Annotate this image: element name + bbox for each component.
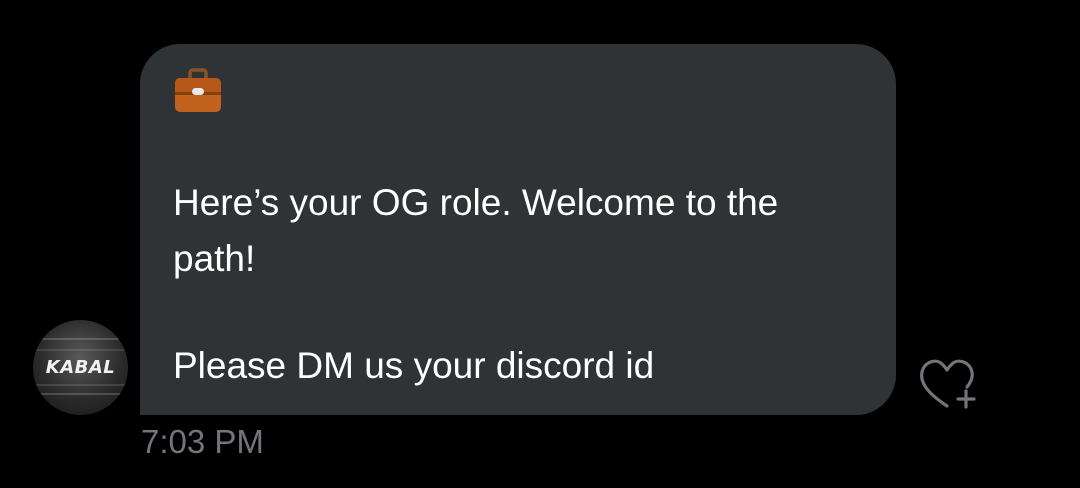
message-text-line-1: Here’s your OG role. Welcome to the [173,182,779,223]
briefcase-icon [172,68,224,116]
sender-avatar[interactable]: KABAL [33,320,128,415]
avatar-logo-text: KABAL [45,357,116,378]
message-text-line-2: path! [173,238,256,279]
message-text-line-3: Please DM us your discord id [173,345,655,386]
message-timestamp: 7:03 PM [141,423,264,460]
dm-conversation: Here’s your OG role. Welcome to the path… [0,0,1080,488]
add-reaction-button[interactable] [918,356,984,412]
heart-plus-icon [920,359,976,409]
message-bubble[interactable]: Here’s your OG role. Welcome to the path… [140,44,896,415]
